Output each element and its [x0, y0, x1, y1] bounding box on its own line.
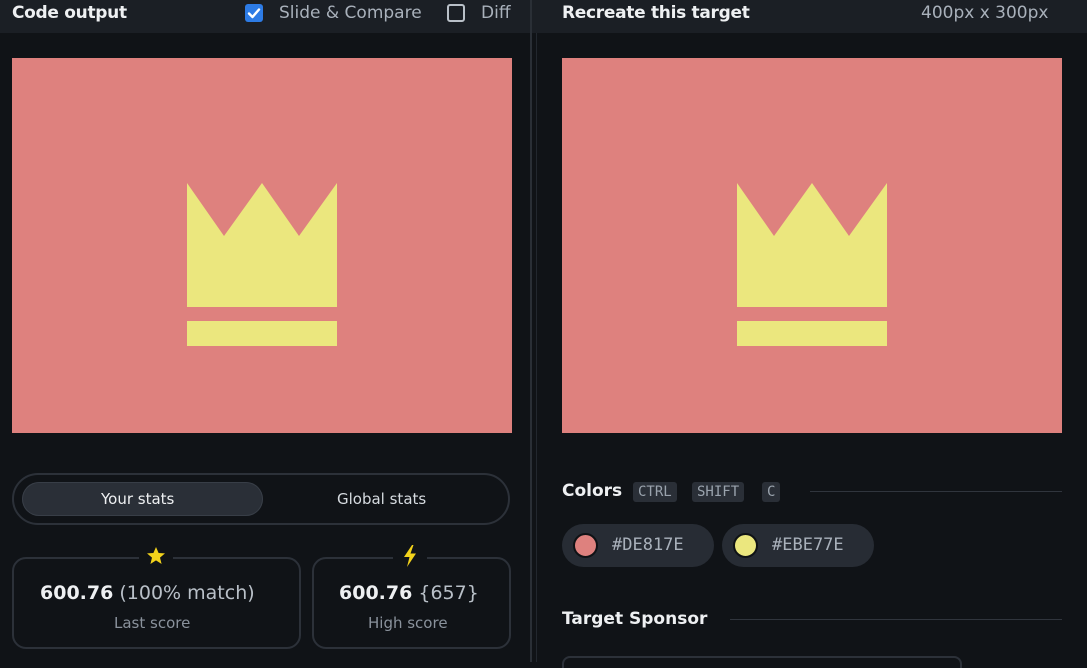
last-score-line: 600.76 (100% match): [40, 582, 255, 604]
swatch-dot-2: [733, 533, 758, 558]
slide-compare-checkbox[interactable]: [245, 4, 263, 22]
high-score-extra: {657}: [418, 582, 479, 604]
last-score-value: 600.76: [40, 582, 114, 604]
swatch-hex-1: #DE817E: [612, 535, 684, 555]
lightning-icon: [393, 545, 427, 567]
target-crown-shape: [737, 183, 887, 346]
crown-shape: [187, 183, 337, 346]
recreate-target-title: Recreate this target: [562, 3, 750, 23]
diff-checkbox[interactable]: [447, 4, 465, 22]
slide-compare-label[interactable]: Slide & Compare: [279, 3, 422, 23]
colors-label: Colors: [562, 481, 623, 501]
sponsor-divider: [730, 619, 1062, 620]
last-score-label: Last score: [114, 614, 191, 632]
target-dimensions: 400px x 300px: [921, 3, 1049, 23]
code-output-canvas[interactable]: [12, 58, 512, 433]
sponsor-card[interactable]: [562, 656, 962, 668]
shortcut-key-ctrl: CTRL: [633, 482, 677, 502]
swatch-dot-1: [573, 533, 598, 558]
star-icon: [139, 545, 173, 567]
global-stats-tab[interactable]: Global stats: [337, 490, 426, 508]
shortcut-key-c: C: [762, 482, 781, 502]
color-swatch-2[interactable]: #EBE77E: [722, 524, 874, 567]
panel-divider[interactable]: [530, 0, 532, 662]
swatch-hex-2: #EBE77E: [772, 535, 844, 555]
high-score-card: 600.76 {657} High score: [312, 557, 511, 649]
diff-label[interactable]: Diff: [481, 3, 511, 23]
high-score-value: 600.76: [339, 582, 413, 604]
color-swatch-1[interactable]: #DE817E: [562, 524, 714, 567]
target-sponsor-label: Target Sponsor: [562, 609, 708, 629]
last-score-match: (100% match): [119, 582, 255, 604]
panel-border: [536, 33, 537, 662]
target-canvas: [562, 58, 1062, 433]
your-stats-label[interactable]: Your stats: [101, 490, 174, 508]
checkmark-icon: [247, 8, 261, 19]
stats-toggle: Your stats Global stats: [12, 473, 510, 525]
high-score-line: 600.76 {657}: [339, 582, 479, 604]
last-score-card: 600.76 (100% match) Last score: [12, 557, 301, 649]
code-output-title: Code output: [12, 3, 127, 23]
colors-divider: [810, 491, 1062, 492]
shortcut-key-shift: SHIFT: [692, 482, 745, 502]
high-score-label: High score: [368, 614, 448, 632]
